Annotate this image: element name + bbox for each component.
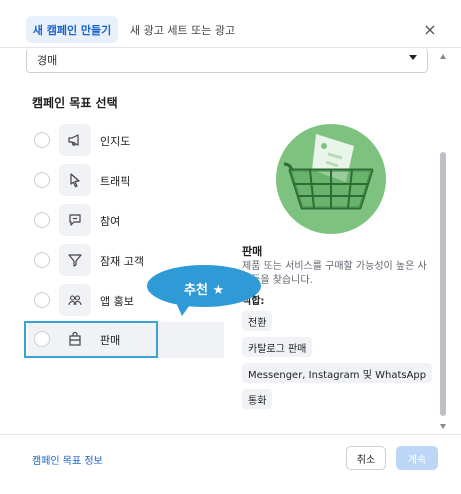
objective-traffic[interactable]: 트래픽 xyxy=(28,163,224,199)
chat-bubble-icon xyxy=(59,204,91,236)
funnel-icon xyxy=(59,244,91,276)
objective-info-link[interactable]: 캠페인 목표 정보 xyxy=(32,452,103,467)
objective-label: 인지도 xyxy=(100,135,131,148)
selected-highlight xyxy=(24,321,158,358)
radio-button[interactable] xyxy=(34,172,50,188)
objective-label: 잠재 고객 xyxy=(100,255,144,268)
tab-new-campaign[interactable]: 새 캠페인 만들기 xyxy=(26,16,118,43)
scroll-down-arrow-icon[interactable] xyxy=(440,424,446,429)
buying-type-dropdown[interactable]: 경매 xyxy=(26,48,428,73)
megaphone-icon xyxy=(59,124,91,156)
detail-description: 제품 또는 서비스를 구매할 가능성이 높은 사람들을 찾습니다. xyxy=(242,261,427,286)
scroll-up-arrow-icon[interactable] xyxy=(440,54,446,59)
people-icon xyxy=(59,284,91,316)
objective-label: 앱 홍보 xyxy=(100,295,134,308)
objective-awareness[interactable]: 인지도 xyxy=(28,123,224,159)
radio-button[interactable] xyxy=(34,292,50,308)
scroll-thumb[interactable] xyxy=(440,152,446,416)
dropdown-value: 경매 xyxy=(37,54,58,67)
tooltip-text: 추천 ★ xyxy=(184,283,225,298)
shopping-basket-illustration xyxy=(276,124,386,234)
objective-engagement[interactable]: 참여 xyxy=(28,203,224,239)
continue-button[interactable]: 계속 xyxy=(396,446,438,470)
chip-calls: 통화 xyxy=(242,389,273,409)
cancel-button[interactable]: 취소 xyxy=(346,446,386,470)
radio-button[interactable] xyxy=(34,132,50,148)
caret-down-icon xyxy=(409,55,417,60)
cursor-icon xyxy=(59,164,91,196)
chip-catalog-sales: 카탈로그 판매 xyxy=(242,337,313,357)
radio-button[interactable] xyxy=(34,252,50,268)
tab-new-adset-or-ad[interactable]: 새 광고 세트 또는 광고 xyxy=(130,16,235,43)
detail-title: 판매 xyxy=(242,245,263,258)
section-title: 캠페인 목표 선택 xyxy=(32,96,118,110)
radio-button[interactable] xyxy=(34,212,50,228)
objective-label: 참여 xyxy=(100,215,121,228)
objective-label: 트래픽 xyxy=(100,175,131,188)
chip-messaging: Messenger, Instagram 및 WhatsApp xyxy=(242,363,433,383)
close-icon[interactable]: × xyxy=(419,18,441,40)
footer-divider xyxy=(0,434,461,435)
